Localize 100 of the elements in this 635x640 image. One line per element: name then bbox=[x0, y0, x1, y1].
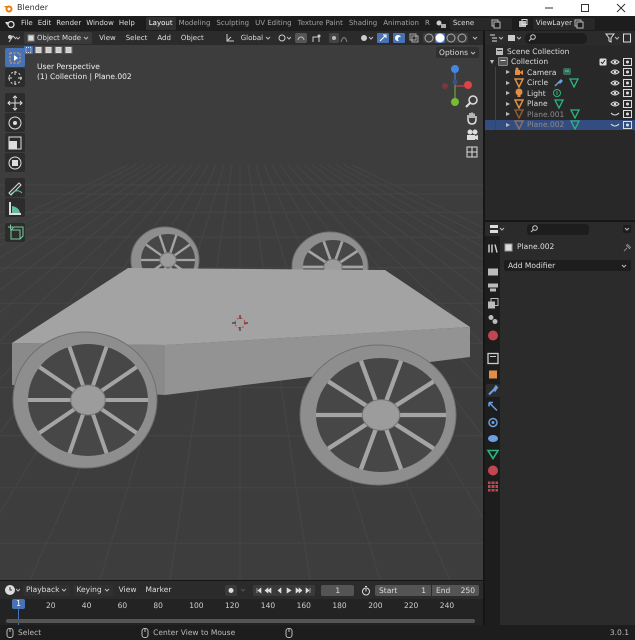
object-icon bbox=[504, 242, 513, 252]
mouse-icon bbox=[285, 628, 294, 638]
view-layer-tab-icon[interactable] bbox=[486, 297, 500, 310]
texture-tab-icon[interactable] bbox=[486, 480, 500, 493]
wrench-icon[interactable] bbox=[553, 78, 564, 88]
playback-controls-icon[interactable] bbox=[253, 584, 316, 596]
editor-type-icon[interactable] bbox=[4, 584, 20, 596]
physics-tab-icon[interactable] bbox=[486, 416, 500, 429]
blender-menu-icon[interactable] bbox=[4, 18, 16, 28]
tool-add-cube-icon[interactable] bbox=[5, 223, 25, 242]
mesh-data-icon[interactable] bbox=[570, 120, 580, 130]
collection-tab-icon[interactable] bbox=[486, 352, 500, 365]
zoom-icon[interactable] bbox=[465, 94, 479, 108]
chevron-icon bbox=[621, 262, 627, 268]
tool-measure-icon[interactable] bbox=[5, 198, 25, 217]
checkbox-icon[interactable] bbox=[599, 58, 607, 66]
eye-icon[interactable] bbox=[610, 89, 620, 98]
tool-cursor-icon[interactable] bbox=[5, 68, 25, 87]
mesh-object-icon bbox=[514, 109, 524, 120]
tool-tab-icon[interactable] bbox=[486, 242, 500, 255]
copy-icon[interactable] bbox=[574, 18, 584, 28]
overlay-toggle-icon[interactable] bbox=[393, 33, 406, 43]
material-tab-icon[interactable] bbox=[486, 464, 500, 477]
search-icon bbox=[528, 34, 536, 42]
render-camera-icon[interactable] bbox=[623, 120, 632, 129]
xray-icon[interactable] bbox=[409, 33, 420, 43]
copy-icon[interactable] bbox=[490, 18, 501, 28]
expanded-arrow-icon[interactable] bbox=[489, 58, 495, 65]
mesh-data-icon[interactable] bbox=[554, 98, 564, 109]
scene-tab-icon[interactable] bbox=[486, 313, 500, 326]
shading-sphere-icon[interactable] bbox=[446, 33, 456, 43]
chevron-icon bbox=[83, 35, 90, 41]
stopwatch-icon[interactable] bbox=[360, 584, 372, 596]
data-tab-icon[interactable] bbox=[486, 448, 500, 461]
hand-icon[interactable] bbox=[465, 111, 479, 125]
camera-object-icon bbox=[514, 67, 524, 78]
particles-tab-icon[interactable] bbox=[486, 400, 500, 413]
render-camera-icon[interactable] bbox=[623, 89, 632, 98]
search-field[interactable] bbox=[525, 32, 587, 44]
render-camera-icon[interactable] bbox=[623, 68, 632, 76]
mouse-icon bbox=[141, 628, 150, 638]
new-collection-icon[interactable] bbox=[623, 33, 631, 43]
camera-icon[interactable] bbox=[465, 128, 479, 142]
search-field[interactable] bbox=[527, 224, 589, 234]
chevron-icon bbox=[265, 35, 272, 41]
constraints-tab-icon[interactable] bbox=[486, 432, 500, 445]
filter-icon[interactable] bbox=[605, 33, 619, 43]
selection-mode-icon[interactable] bbox=[34, 46, 43, 54]
eye-icon[interactable] bbox=[610, 78, 620, 87]
render-camera-icon[interactable] bbox=[623, 58, 632, 66]
maximize-icon[interactable] bbox=[580, 3, 590, 13]
mesh-data-icon[interactable] bbox=[569, 78, 580, 88]
scene-icon[interactable] bbox=[434, 18, 449, 28]
eye-icon[interactable] bbox=[610, 100, 620, 108]
render-camera-icon[interactable] bbox=[623, 100, 632, 108]
light-data-icon[interactable] bbox=[552, 88, 562, 98]
pivot-icon[interactable] bbox=[277, 33, 292, 43]
tool-select-icon[interactable] bbox=[5, 48, 25, 67]
current-frame-marker[interactable]: 1 bbox=[12, 599, 25, 609]
mesh-object-icon bbox=[514, 78, 524, 88]
record-icon[interactable] bbox=[225, 584, 238, 596]
grid-icon[interactable] bbox=[465, 145, 479, 159]
mesh-object-icon bbox=[514, 120, 524, 130]
eye-icon[interactable] bbox=[610, 58, 620, 66]
mesh-object-icon bbox=[514, 98, 524, 109]
render-camera-icon[interactable] bbox=[623, 78, 632, 87]
eye-icon[interactable] bbox=[610, 68, 620, 76]
selection-mode-icon[interactable] bbox=[24, 46, 33, 54]
tool-scale-icon[interactable] bbox=[5, 133, 25, 152]
gizmo-toggle-icon[interactable] bbox=[377, 33, 390, 43]
tool-transform-icon[interactable] bbox=[5, 153, 25, 172]
editor-type-icon[interactable] bbox=[489, 33, 503, 43]
modifier-tab-icon[interactable] bbox=[486, 384, 500, 397]
tool-rotate-icon[interactable] bbox=[5, 113, 25, 132]
shading-sphere-icon[interactable] bbox=[424, 33, 434, 43]
chevron-icon bbox=[470, 50, 476, 56]
tool-annotate-icon[interactable] bbox=[5, 178, 25, 197]
chevron-icon[interactable] bbox=[623, 225, 631, 233]
timeline-scrollbar[interactable] bbox=[6, 619, 475, 623]
mesh-data-icon[interactable] bbox=[570, 109, 580, 120]
visibility-icon[interactable] bbox=[359, 33, 374, 43]
chevron-icon bbox=[104, 587, 110, 593]
selection-mode-icon[interactable] bbox=[54, 46, 63, 54]
orientation-icon[interactable] bbox=[224, 33, 235, 43]
3d-cursor-icon[interactable] bbox=[232, 314, 248, 332]
selection-mode-icon[interactable] bbox=[44, 46, 53, 54]
render-camera-icon[interactable] bbox=[623, 110, 632, 118]
close-icon[interactable] bbox=[616, 3, 626, 13]
snap-icon[interactable] bbox=[295, 33, 308, 43]
editor-type-icon[interactable] bbox=[6, 33, 20, 43]
editor-type-icon[interactable] bbox=[489, 224, 505, 234]
light-object-icon bbox=[514, 88, 524, 98]
shading-sphere-icon[interactable] bbox=[457, 33, 468, 43]
tool-move-icon[interactable] bbox=[5, 93, 25, 112]
camera-data-icon[interactable] bbox=[562, 67, 572, 78]
pin-icon[interactable] bbox=[622, 242, 631, 252]
selection-mode-icon[interactable] bbox=[64, 46, 73, 54]
display-mode-icon[interactable] bbox=[507, 33, 521, 43]
world-tab-icon[interactable] bbox=[486, 329, 500, 342]
output-tab-icon[interactable] bbox=[486, 281, 500, 294]
